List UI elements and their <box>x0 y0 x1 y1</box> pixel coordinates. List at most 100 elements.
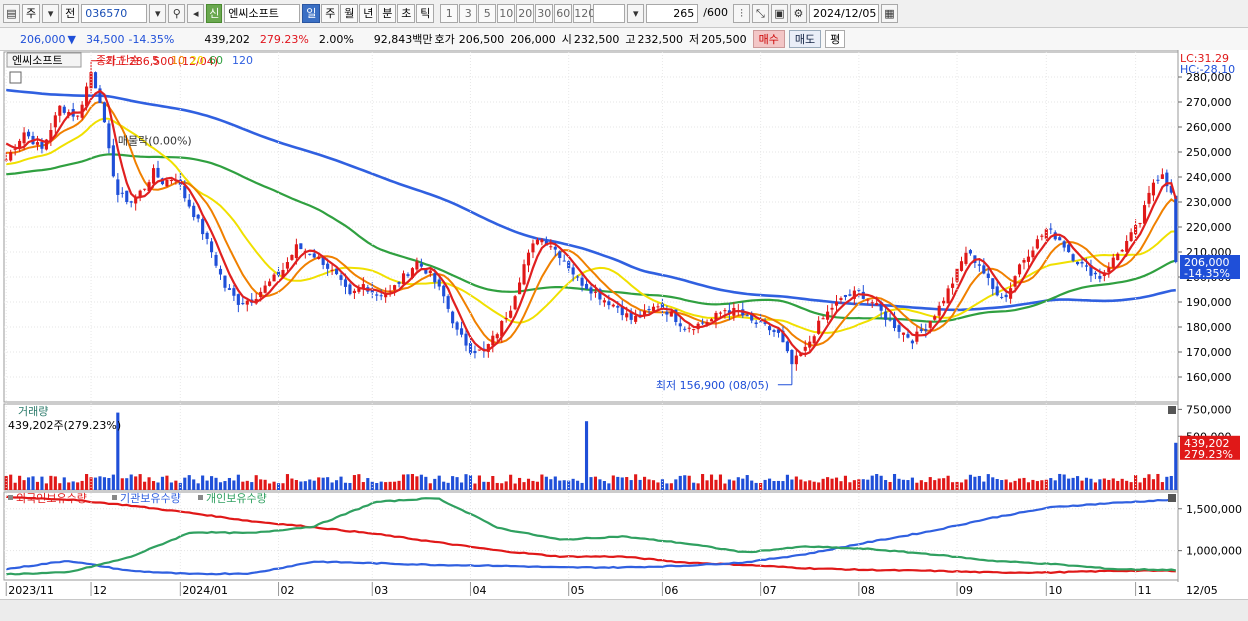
volume-current-pct: 279.23% <box>1184 448 1233 461</box>
sell-button[interactable]: 매도 <box>788 30 822 48</box>
volume-bar <box>1098 479 1102 490</box>
interval-button-7[interactable]: 120 <box>573 4 595 23</box>
volume-bar <box>732 480 736 490</box>
volume-bar <box>424 476 428 490</box>
volume-bar <box>26 477 31 490</box>
candle-body <box>1004 294 1008 298</box>
candle-body <box>227 288 231 290</box>
interval-dropdown-icon[interactable]: ▾ <box>627 4 645 23</box>
period-button-6[interactable]: 틱 <box>416 4 435 23</box>
chart-area[interactable]: 160,000170,000180,000190,000200,000210,0… <box>0 50 1248 599</box>
gear-icon[interactable]: ⚙ <box>789 4 807 23</box>
date-input[interactable]: 2024/12/05 <box>808 4 879 23</box>
interval-button-4[interactable]: 20 <box>516 4 535 23</box>
chevron-down-icon[interactable]: ▾ <box>42 4 60 23</box>
stock-name-label: 엔씨소프트 <box>12 54 63 67</box>
current-pct-label: -14.35% <box>1184 267 1230 280</box>
volume-bar <box>803 481 807 490</box>
chart-layout-icon[interactable]: ▤ <box>3 4 20 23</box>
volume-title: 거래량 <box>18 405 48 418</box>
candle-body <box>1098 275 1102 279</box>
table-icon[interactable] <box>9 71 22 84</box>
last-date-label: 12/05 <box>1186 584 1218 597</box>
volume-bar <box>120 478 124 490</box>
volume-bar <box>866 479 870 490</box>
volume-bar <box>933 480 937 490</box>
volume-bar <box>651 480 656 490</box>
candle-body <box>616 305 620 308</box>
volume-bar <box>330 482 334 490</box>
eval-button[interactable]: 평 <box>825 30 846 48</box>
period-button-1[interactable]: 주 <box>321 4 340 23</box>
candle-body <box>803 346 807 351</box>
scroll-bar[interactable] <box>0 599 1248 621</box>
period-button-3[interactable]: 년 <box>359 4 378 23</box>
candle-body <box>245 300 249 305</box>
code-dropdown-icon[interactable]: ▾ <box>149 4 167 23</box>
interval-button-6[interactable]: 60 <box>554 4 573 23</box>
volume-bar <box>437 475 441 490</box>
interval-input[interactable] <box>593 4 626 23</box>
holdings-close-icon[interactable] <box>1168 494 1176 502</box>
candle-body <box>263 285 267 293</box>
volume-bar <box>647 479 651 490</box>
volume-close-icon[interactable] <box>1168 406 1176 414</box>
volume-bar <box>781 481 785 490</box>
draw-tool-icon[interactable]: ⤡ <box>751 4 769 23</box>
candle-body <box>464 333 468 346</box>
search-icon[interactable]: ⚲ <box>168 4 186 23</box>
save-icon[interactable]: ▣ <box>770 4 788 23</box>
volume-bar <box>379 481 383 490</box>
ask-price: 206,500 <box>458 32 505 46</box>
candle-body <box>794 355 798 365</box>
interval-button-1[interactable]: 3 <box>459 4 478 23</box>
volume-bar <box>799 479 803 490</box>
interval-button-0[interactable]: 1 <box>440 4 459 23</box>
interval-button-3[interactable]: 10 <box>497 4 516 23</box>
candle-type-icon[interactable]: ⫶ <box>732 4 750 23</box>
candle-body <box>562 260 566 262</box>
candle-body <box>218 268 223 275</box>
volume-bar <box>687 475 691 490</box>
volume-bar <box>210 476 214 490</box>
volume-bar <box>218 482 223 490</box>
stock-code-input[interactable]: 036570 <box>81 4 148 23</box>
volume-bar <box>35 481 40 490</box>
prev-button[interactable]: 전 <box>61 4 80 23</box>
candle-body <box>995 286 999 296</box>
count-input[interactable]: 265 <box>646 4 699 23</box>
candle-body <box>1076 261 1080 265</box>
candle-body <box>1058 237 1062 241</box>
trade-amount: 92,843백만 <box>373 33 433 46</box>
volume-bar <box>1125 480 1129 490</box>
shin-button[interactable]: 신 <box>206 4 223 23</box>
candle-body <box>946 288 950 304</box>
candle-body <box>107 123 111 149</box>
period-type-select[interactable]: 주 <box>22 4 41 23</box>
price-tick-label: 190,000 <box>1186 296 1232 309</box>
period-button-2[interactable]: 월 <box>340 4 359 23</box>
calendar-icon[interactable]: ▦ <box>880 4 898 23</box>
interval-button-5[interactable]: 30 <box>535 4 554 23</box>
toolbar: ▤ 주 ▾ 전 036570 ▾ ⚲ ◂ 신 엔씨소프트 일주월년분초틱 135… <box>0 0 1248 28</box>
period-button-0[interactable]: 일 <box>302 4 321 23</box>
interval-button-2[interactable]: 5 <box>478 4 497 23</box>
period-button-5[interactable]: 초 <box>397 4 416 23</box>
candle-body <box>1116 253 1120 261</box>
volume-bar <box>85 474 89 490</box>
buy-button[interactable]: 매수 <box>752 30 785 48</box>
candle-body <box>553 246 557 250</box>
candle-body <box>339 275 343 280</box>
volume-bar <box>308 479 312 490</box>
volume-bar <box>593 476 598 490</box>
candle-body <box>584 283 589 289</box>
candle-body <box>446 296 450 309</box>
period-button-4[interactable]: 분 <box>378 4 397 23</box>
speaker-icon[interactable]: ◂ <box>187 4 205 23</box>
volume-bar <box>317 477 321 490</box>
volume-bar <box>143 481 147 490</box>
volume-bar <box>741 478 745 490</box>
volume-bar <box>571 478 575 490</box>
volume-bar <box>584 421 589 490</box>
month-label: 2024/01 <box>182 584 228 597</box>
